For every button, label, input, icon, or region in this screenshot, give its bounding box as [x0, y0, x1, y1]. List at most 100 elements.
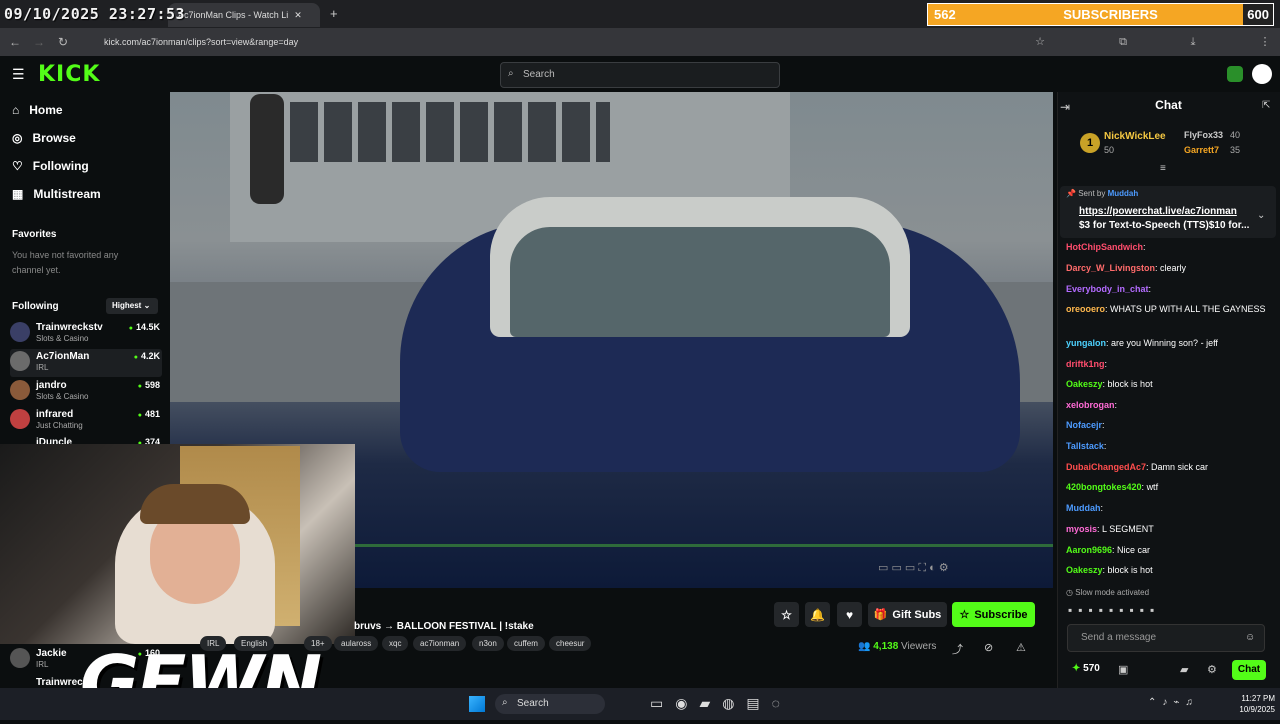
- leader-score: 35: [1230, 145, 1241, 155]
- chat-separator: :: [1114, 400, 1118, 410]
- search-icon: ⌕: [508, 68, 514, 79]
- chat-username[interactable]: oreooero: [1066, 304, 1105, 314]
- chat-username[interactable]: Everybody_in_chat: [1066, 284, 1149, 294]
- leader-score: 40: [1230, 130, 1241, 140]
- tag[interactable]: cuffem: [507, 636, 545, 651]
- sidebar-item-browse[interactable]: ◎ Browse: [12, 129, 76, 147]
- settings-icon[interactable]: ⚙: [1207, 663, 1217, 676]
- share-icon[interactable]: ⤴: [952, 641, 963, 657]
- expand-icon[interactable]: ≡: [1160, 163, 1166, 174]
- tag[interactable]: 18+: [304, 636, 332, 651]
- followed-channel[interactable]: Ac7ionMan IRL 4.2K: [10, 349, 162, 377]
- windows-start-icon[interactable]: [469, 696, 485, 712]
- chat-username[interactable]: Oakeszy: [1066, 379, 1103, 389]
- chat-username[interactable]: Nofacejr: [1066, 420, 1102, 430]
- chat-username[interactable]: yungalon: [1066, 338, 1106, 348]
- bell-icon: 🔔: [810, 607, 825, 622]
- taskbar-apps[interactable]: ▭◉▰◍▤◌: [650, 695, 792, 712]
- tag[interactable]: IRL: [200, 636, 227, 651]
- hide-icon[interactable]: ⊘: [984, 641, 993, 654]
- sort-dropdown[interactable]: Highest ⌄: [106, 298, 158, 314]
- browser-tab[interactable]: Ac7ionMan Clips - Watch Li ✕: [168, 3, 320, 27]
- channel-category: IRL: [36, 363, 49, 372]
- channel-name: Ac7ionMan: [36, 351, 90, 362]
- taskbar-clock[interactable]: 11:27 PM 10/9/2025: [1225, 693, 1275, 715]
- kick-logo[interactable]: KICK: [38, 62, 100, 87]
- avatar[interactable]: [1252, 64, 1272, 84]
- followed-channel[interactable]: Jackie IRL 160: [10, 646, 162, 674]
- report-icon[interactable]: ⚠: [1016, 641, 1026, 654]
- bookmark-star-icon[interactable]: ☆: [1031, 33, 1049, 51]
- sidebar-item-home[interactable]: ⌂ Home: [12, 101, 63, 119]
- new-tab-button[interactable]: +: [330, 6, 338, 21]
- chat-username[interactable]: Tallstack: [1066, 441, 1104, 451]
- subs-goal: 600: [1243, 4, 1273, 25]
- channel-category: Slots & Casino: [36, 334, 89, 343]
- sidebar-item-multistream[interactable]: ▦ Multistream: [12, 185, 101, 203]
- chevron-down-icon[interactable]: ⌄: [1257, 210, 1265, 221]
- search-input[interactable]: Search: [500, 62, 780, 88]
- follow-button[interactable]: ♥: [837, 602, 862, 627]
- tag[interactable]: n3on: [472, 636, 504, 651]
- chat-username[interactable]: Muddah: [1066, 503, 1101, 513]
- followed-channel[interactable]: Trainwreckstv Slots & Casino 14.5K: [10, 320, 162, 348]
- channel-points[interactable]: ✦ 570: [1072, 663, 1100, 674]
- emoji-icon[interactable]: ☺: [1245, 632, 1255, 643]
- extensions-icon[interactable]: ⧉: [1114, 33, 1132, 51]
- tag[interactable]: ac7ionman: [413, 636, 467, 651]
- followed-channel[interactable]: jandro Slots & Casino 598: [10, 378, 162, 406]
- chat-username[interactable]: driftk1ng: [1066, 359, 1105, 369]
- gift-icon: 🎁: [873, 609, 888, 621]
- store-icon[interactable]: ▣: [1118, 663, 1128, 676]
- tag[interactable]: aulaross: [334, 636, 379, 651]
- heart-icon: ♥: [845, 607, 854, 622]
- hamburger-icon[interactable]: ☰: [12, 66, 25, 83]
- favorite-star-button[interactable]: ☆: [774, 602, 799, 627]
- send-chat-button[interactable]: Chat: [1232, 660, 1266, 680]
- chat-username[interactable]: Darcy_W_Livingston: [1066, 263, 1155, 273]
- chat-username[interactable]: Aaron9696: [1066, 545, 1112, 555]
- sidebar-item-following[interactable]: ♡ Following: [12, 157, 89, 175]
- channel-name[interactable]: Trainwreck: [36, 677, 88, 688]
- avatar: [10, 322, 30, 342]
- emote-bar[interactable]: ▪▪▪▪▪▪▪▪▪: [1068, 603, 1160, 617]
- chat-username[interactable]: 420bongtokes420: [1066, 482, 1142, 492]
- chat-username[interactable]: xelobrogan: [1066, 400, 1115, 410]
- system-tray[interactable]: ⌃♪⌁♫: [1148, 697, 1199, 708]
- notification-button[interactable]: 🔔: [805, 602, 830, 627]
- chat-username[interactable]: myosis: [1066, 524, 1097, 534]
- chat-input[interactable]: Send a message: [1067, 624, 1265, 652]
- reload-icon[interactable]: ↻: [54, 33, 72, 51]
- clock-time: 11:27 PM: [1241, 694, 1275, 703]
- chat-message: myosis: L SEGMENT: [1066, 523, 1276, 536]
- chat-separator: :: [1104, 359, 1108, 369]
- chat-username[interactable]: DubaiChangedAc7: [1066, 462, 1146, 472]
- player-controls[interactable]: ▭ ▭ ▭ ⛶ ◐ ⚙: [878, 561, 949, 575]
- menu-kebab-icon[interactable]: ⋮: [1256, 33, 1274, 51]
- chat-username[interactable]: HotChipSandwich: [1066, 242, 1143, 252]
- stream-title: bruvs → BALLOON FESTIVAL | !stake: [354, 621, 534, 632]
- status-icon[interactable]: [1227, 66, 1243, 82]
- tag[interactable]: xqc: [382, 636, 409, 651]
- url-field[interactable]: kick.com/ac7ionman/clips?sort=view&range…: [80, 33, 1060, 51]
- chat-text: block is hot: [1107, 565, 1153, 575]
- tag[interactable]: English: [234, 636, 275, 651]
- chat-message: DubaiChangedAc7: Damn sick car: [1066, 461, 1276, 474]
- chat-separator: :: [1100, 503, 1104, 513]
- download-icon[interactable]: ⤓: [1184, 33, 1202, 51]
- chat-message: Everybody_in_chat:: [1066, 283, 1276, 296]
- gift-subs-button[interactable]: 🎁 Gift Subs: [868, 602, 947, 627]
- close-icon[interactable]: ✕: [294, 10, 302, 21]
- back-icon[interactable]: ←: [6, 33, 24, 51]
- forward-icon[interactable]: →: [30, 33, 48, 51]
- pinned-link[interactable]: https://powerchat.live/ac7ionman: [1079, 206, 1237, 217]
- pinned-sender: 📌 Sent by Muddah: [1066, 189, 1138, 198]
- bookmark-icon[interactable]: ▰: [1180, 663, 1188, 676]
- popout-icon[interactable]: ⇱: [1262, 100, 1270, 111]
- tag[interactable]: cheesur: [549, 636, 592, 651]
- chat-username[interactable]: Oakeszy: [1066, 565, 1103, 575]
- search-icon: ⌕: [502, 697, 508, 708]
- subscribe-button[interactable]: ☆ Subscribe: [952, 602, 1035, 627]
- taskbar-search[interactable]: Search: [495, 694, 605, 714]
- followed-channel[interactable]: infrared Just Chatting 481: [10, 407, 162, 435]
